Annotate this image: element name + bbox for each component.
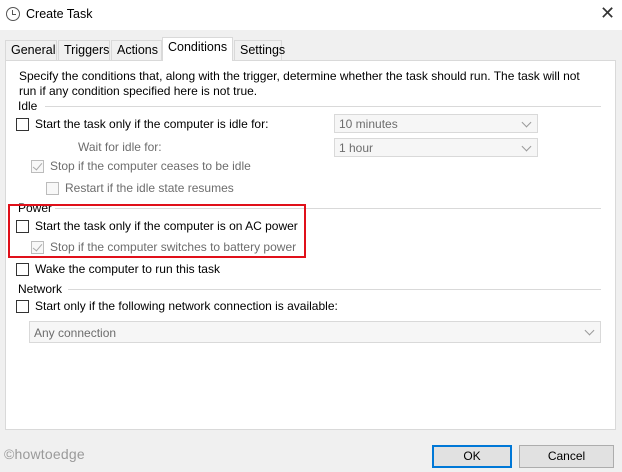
start-if-idle-row[interactable]: Start the task only if the computer is i… <box>16 116 268 132</box>
idle-duration-value: 10 minutes <box>339 117 398 131</box>
highlight-annotation <box>8 204 306 258</box>
tab-settings[interactable]: Settings <box>234 40 285 60</box>
stop-if-not-idle-row[interactable]: Stop if the computer ceases to be idle <box>31 158 251 174</box>
close-icon[interactable]: ✕ <box>600 3 615 24</box>
restart-if-idle-checkbox[interactable] <box>46 181 59 195</box>
wait-for-idle-row: Wait for idle for: <box>78 139 162 155</box>
wake-row[interactable]: Wake the computer to run this task <box>16 261 220 277</box>
network-connection-select[interactable]: Any connection <box>29 321 601 343</box>
watermark: ©howtoedge <box>4 446 85 462</box>
stop-if-not-idle-checkbox[interactable] <box>31 159 44 173</box>
chevron-down-icon <box>521 141 532 152</box>
wait-for-idle-label: Wait for idle for: <box>78 140 162 154</box>
network-checkbox[interactable] <box>16 299 29 313</box>
wake-label: Wake the computer to run this task <box>35 262 220 276</box>
cancel-button[interactable]: Cancel <box>519 445 614 468</box>
network-group-divider <box>68 289 601 290</box>
restart-if-idle-label: Restart if the idle state resumes <box>65 181 234 195</box>
wait-duration-value: 1 hour <box>339 141 374 155</box>
ok-button[interactable]: OK <box>432 445 512 468</box>
window-title: Create Task <box>26 7 93 21</box>
idle-duration-select[interactable]: 10 minutes <box>334 114 538 133</box>
description-text: Specify the conditions that, along with … <box>19 69 580 98</box>
wait-duration-select[interactable]: 1 hour <box>334 138 538 157</box>
network-label: Start only if the following network conn… <box>35 299 338 313</box>
tab-conditions[interactable]: Conditions <box>162 37 233 61</box>
title-bar: Create Task ✕ <box>0 0 622 30</box>
clock-icon <box>6 7 20 21</box>
tab-general[interactable]: General <box>5 40 57 60</box>
chevron-down-icon <box>521 117 532 128</box>
chevron-down-icon <box>584 325 595 336</box>
network-group-label: Network <box>18 282 63 296</box>
stop-if-not-idle-label: Stop if the computer ceases to be idle <box>50 159 251 173</box>
tab-actions[interactable]: Actions <box>111 40 162 60</box>
network-row[interactable]: Start only if the following network conn… <box>16 298 338 314</box>
restart-if-idle-row[interactable]: Restart if the idle state resumes <box>46 180 234 196</box>
start-if-idle-label: Start the task only if the computer is i… <box>35 117 269 131</box>
network-connection-value: Any connection <box>34 326 117 340</box>
start-if-idle-checkbox[interactable] <box>16 117 29 131</box>
wake-checkbox[interactable] <box>16 262 29 276</box>
idle-group-divider <box>45 106 601 107</box>
tab-triggers[interactable]: Triggers <box>58 40 110 60</box>
idle-group-label: Idle <box>18 99 38 113</box>
